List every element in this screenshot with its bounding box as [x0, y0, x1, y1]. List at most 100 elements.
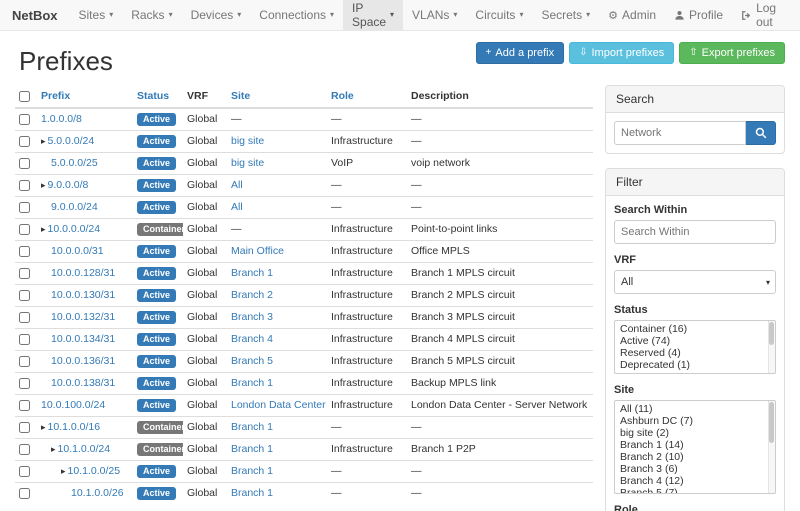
expand-caret-icon[interactable]: ▸ [41, 136, 46, 146]
site-link[interactable]: All [231, 201, 243, 213]
row-checkbox[interactable] [19, 422, 30, 433]
prefix-link[interactable]: 10.0.0.0/31 [51, 245, 104, 257]
nav-item-secrets[interactable]: Secrets▾ [532, 0, 599, 30]
expand-caret-icon[interactable]: ▸ [41, 224, 46, 234]
site-link[interactable]: Branch 5 [231, 355, 273, 367]
option-branch-1-14[interactable]: Branch 1 (14) [615, 439, 775, 451]
prefix-link[interactable]: 10.0.100.0/24 [41, 399, 105, 411]
row-checkbox[interactable] [19, 224, 30, 235]
site-link[interactable]: London Data Center [231, 399, 326, 411]
option-reserved-4[interactable]: Reserved (4) [615, 347, 775, 359]
expand-caret-icon[interactable]: ▸ [51, 444, 56, 454]
site-link[interactable]: Branch 1 [231, 465, 273, 477]
row-checkbox[interactable] [19, 180, 30, 191]
site-link[interactable]: Branch 1 [231, 443, 273, 455]
prefix-link[interactable]: 10.0.0.138/31 [51, 377, 115, 389]
column-header-prefix[interactable]: Prefix [37, 85, 133, 108]
site-link[interactable]: Main Office [231, 245, 284, 257]
site-link[interactable]: Branch 3 [231, 311, 273, 323]
row-checkbox[interactable] [19, 378, 30, 389]
expand-caret-icon[interactable]: ▸ [61, 466, 66, 476]
scrollbar[interactable] [768, 321, 775, 373]
prefix-link[interactable]: 10.1.0.0/26 [71, 487, 124, 499]
prefix-link[interactable]: 10.1.0.0/24 [58, 443, 111, 455]
row-checkbox[interactable] [19, 114, 30, 125]
option-all-11[interactable]: All (11) [615, 403, 775, 415]
option-branch-2-10[interactable]: Branch 2 (10) [615, 451, 775, 463]
row-checkbox[interactable] [19, 136, 30, 147]
row-checkbox[interactable] [19, 356, 30, 367]
nav-item-vlans[interactable]: VLANs▾ [403, 0, 466, 30]
row-checkbox[interactable] [19, 488, 30, 499]
prefix-link[interactable]: 10.0.0.134/31 [51, 333, 115, 345]
prefix-link[interactable]: 5.0.0.0/25 [51, 157, 98, 169]
add-prefix-button[interactable]: + Add a prefix [476, 42, 565, 64]
prefix-link[interactable]: 1.0.0.0/8 [41, 113, 82, 125]
column-header-site[interactable]: Site [227, 85, 327, 108]
role-cell: — [327, 483, 407, 505]
nav-item-devices[interactable]: Devices▾ [182, 0, 251, 30]
expand-caret-icon[interactable]: ▸ [41, 422, 46, 432]
row-checkbox[interactable] [19, 246, 30, 257]
row-checkbox[interactable] [19, 334, 30, 345]
prefix-link[interactable]: 9.0.0.0/24 [51, 201, 98, 213]
site-link[interactable]: Branch 1 [231, 267, 273, 279]
row-checkbox[interactable] [19, 158, 30, 169]
nav-item-connections[interactable]: Connections▾ [250, 0, 343, 30]
row-checkbox[interactable] [19, 202, 30, 213]
prefix-link[interactable]: 10.0.0.136/31 [51, 355, 115, 367]
site-link[interactable]: Branch 2 [231, 289, 273, 301]
prefix-link[interactable]: 5.0.0.0/24 [48, 135, 95, 147]
nav-item-logout[interactable]: Log out [732, 0, 792, 30]
column-header-role[interactable]: Role [327, 85, 407, 108]
filter-multiselect-site[interactable]: All (11)Ashburn DC (7)big site (2)Branch… [614, 400, 776, 494]
prefix-link[interactable]: 10.0.0.128/31 [51, 267, 115, 279]
prefix-link[interactable]: 10.1.0.0/16 [48, 421, 101, 433]
row-checkbox[interactable] [19, 312, 30, 323]
row-checkbox[interactable] [19, 268, 30, 279]
status-badge: Active [137, 245, 176, 258]
nav-item-profile[interactable]: Profile [665, 0, 732, 30]
option-branch-5-7[interactable]: Branch 5 (7) [615, 487, 775, 494]
option-branch-3-6[interactable]: Branch 3 (6) [615, 463, 775, 475]
filter-input-search-within[interactable] [614, 220, 776, 244]
option-branch-4-12[interactable]: Branch 4 (12) [615, 475, 775, 487]
site-link[interactable]: Branch 1 [231, 487, 273, 499]
nav-item-admin[interactable]: ⚙ Admin [599, 0, 665, 30]
prefix-link[interactable]: 10.0.0.130/31 [51, 289, 115, 301]
nav-item-ip-space[interactable]: IP Space▾ [343, 0, 403, 30]
row-checkbox[interactable] [19, 466, 30, 477]
filter-select-vrf[interactable]: All▾ [614, 270, 776, 294]
prefix-link[interactable]: 10.1.0.0/25 [68, 465, 121, 477]
brand[interactable]: NetBox [8, 0, 70, 30]
prefix-link[interactable]: 9.0.0.0/8 [48, 179, 89, 191]
expand-caret-icon[interactable]: ▸ [41, 180, 46, 190]
option-big-site-2[interactable]: big site (2) [615, 427, 775, 439]
option-ashburn-dc-7[interactable]: Ashburn DC (7) [615, 415, 775, 427]
row-checkbox[interactable] [19, 290, 30, 301]
site-link[interactable]: big site [231, 135, 264, 147]
site-link[interactable]: Branch 4 [231, 333, 273, 345]
nav-item-racks[interactable]: Racks▾ [122, 0, 181, 30]
site-link[interactable]: Branch 1 [231, 377, 273, 389]
prefix-link[interactable]: 10.0.0.0/24 [48, 223, 101, 235]
column-header-status[interactable]: Status [133, 85, 183, 108]
select-all-checkbox[interactable] [19, 91, 30, 102]
site-link[interactable]: Branch 1 [231, 421, 273, 433]
scrollbar[interactable] [768, 401, 775, 493]
row-checkbox[interactable] [19, 444, 30, 455]
site-link[interactable]: All [231, 179, 243, 191]
option-active-74[interactable]: Active (74) [615, 335, 775, 347]
prefix-link[interactable]: 10.0.0.132/31 [51, 311, 115, 323]
nav-item-sites[interactable]: Sites▾ [70, 0, 123, 30]
option-deprecated-1[interactable]: Deprecated (1) [615, 359, 775, 371]
row-checkbox[interactable] [19, 400, 30, 411]
export-prefixes-button[interactable]: ⇧ Export prefixes [679, 42, 785, 64]
search-button[interactable] [746, 121, 776, 145]
site-link[interactable]: big site [231, 157, 264, 169]
option-container-16[interactable]: Container (16) [615, 323, 775, 335]
nav-item-circuits[interactable]: Circuits▾ [466, 0, 532, 30]
filter-multiselect-status[interactable]: Container (16)Active (74)Reserved (4)Dep… [614, 320, 776, 374]
search-input[interactable] [614, 121, 746, 145]
import-prefixes-button[interactable]: ⇩ Import prefixes [569, 42, 674, 64]
